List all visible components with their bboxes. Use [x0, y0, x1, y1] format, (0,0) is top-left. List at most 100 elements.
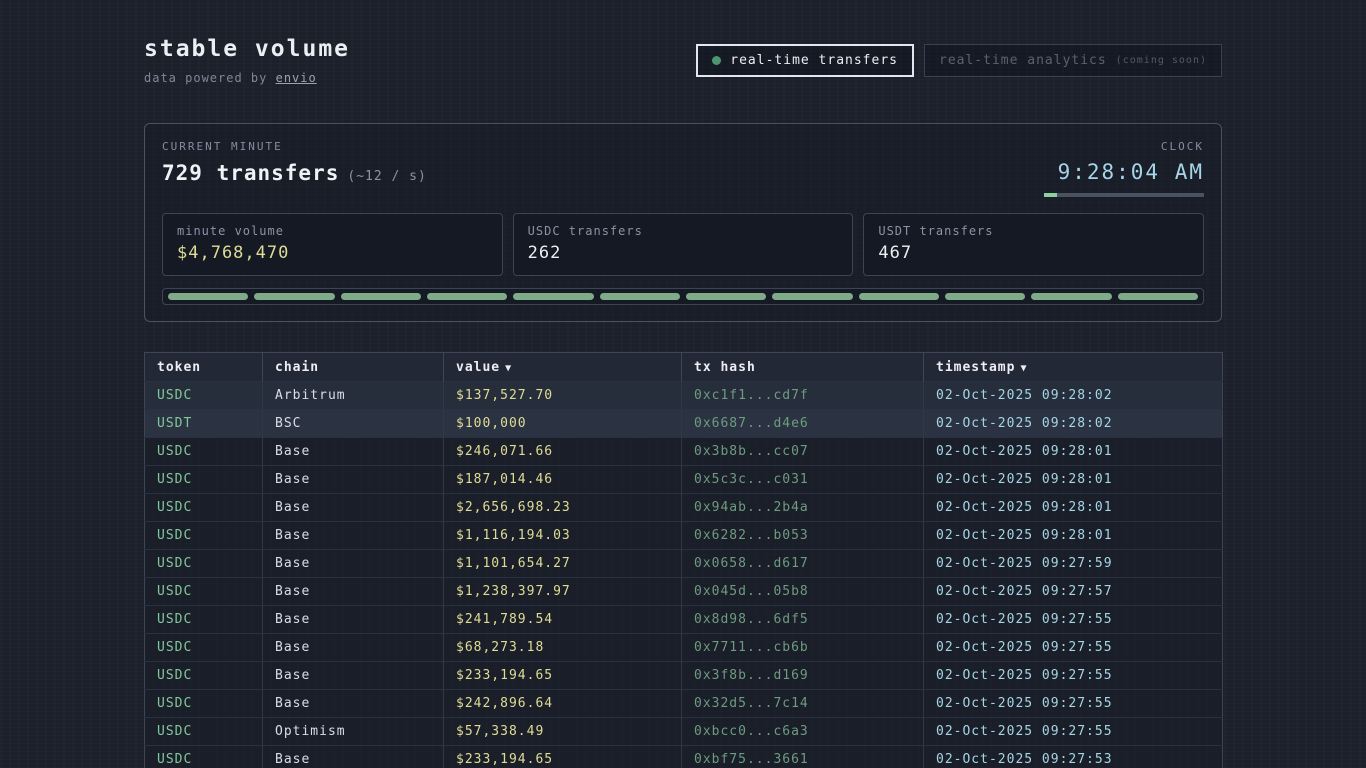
tx-hash-link[interactable]: 0x0658...d617	[682, 550, 924, 578]
transfers-table: tokenchainvalue▼tx hashtimestamp▼ USDCAr…	[144, 352, 1223, 768]
value-cell: $1,238,397.97	[444, 578, 682, 606]
value-cell: $187,014.46	[444, 466, 682, 494]
tab-real-time-transfers[interactable]: real-time transfers	[696, 44, 914, 77]
stat-value: $4,768,470	[177, 243, 488, 263]
tab-label: real-time analytics	[939, 53, 1107, 68]
table-row: USDCBase$241,789.540x8d98...6df502-Oct-2…	[145, 606, 1223, 634]
tx-hash-link[interactable]: 0xc1f1...cd7f	[682, 382, 924, 410]
chain-cell: BSC	[263, 410, 444, 438]
minute-progress-bar	[1044, 193, 1204, 197]
token-cell: USDC	[145, 578, 263, 606]
value-cell: $1,116,194.03	[444, 522, 682, 550]
chain-cell: Base	[263, 522, 444, 550]
token-cell: USDC	[145, 690, 263, 718]
column-header-timestamp[interactable]: timestamp▼	[924, 353, 1223, 382]
timestamp-cell: 02-Oct-2025 09:27:55	[924, 606, 1223, 634]
title-block: stable volume data powered by envio	[144, 36, 350, 85]
value-cell: $241,789.54	[444, 606, 682, 634]
timestamp-cell: 02-Oct-2025 09:27:55	[924, 634, 1223, 662]
current-minute-label: CURRENT MINUTE	[162, 140, 427, 153]
timestamp-cell: 02-Oct-2025 09:28:01	[924, 494, 1223, 522]
topbar: stable volume data powered by envio real…	[144, 36, 1222, 85]
chain-cell: Base	[263, 606, 444, 634]
token-cell: USDC	[145, 718, 263, 746]
tx-hash-link[interactable]: 0x3f8b...d169	[682, 662, 924, 690]
value-cell: $137,527.70	[444, 382, 682, 410]
table-row: USDCArbitrum$137,527.700xc1f1...cd7f02-O…	[145, 382, 1223, 410]
value-cell: $242,896.64	[444, 690, 682, 718]
timestamp-cell: 02-Oct-2025 09:27:55	[924, 690, 1223, 718]
tab-label: real-time transfers	[730, 53, 898, 68]
transfers-line: 729 transfers (~12 / s)	[162, 161, 427, 185]
table-row: USDCOptimism$57,338.490xbcc0...c6a302-Oc…	[145, 718, 1223, 746]
column-header-value[interactable]: value▼	[444, 353, 682, 382]
token-cell: USDC	[145, 550, 263, 578]
tx-hash-link[interactable]: 0x32d5...7c14	[682, 690, 924, 718]
tx-hash-link[interactable]: 0x3b8b...cc07	[682, 438, 924, 466]
tab-real-time-analytics[interactable]: real-time analytics (coming soon)	[924, 44, 1222, 77]
chain-cell: Base	[263, 438, 444, 466]
tx-hash-link[interactable]: 0x94ab...2b4a	[682, 494, 924, 522]
coming-soon-badge: (coming soon)	[1116, 55, 1207, 66]
chain-cell: Base	[263, 550, 444, 578]
timestamp-cell: 02-Oct-2025 09:28:01	[924, 522, 1223, 550]
token-cell: USDC	[145, 746, 263, 768]
stat-label: USDC transfers	[528, 224, 839, 238]
minute-segment	[686, 293, 766, 300]
stat-box-usdt-transfers: USDT transfers 467	[863, 213, 1204, 276]
value-cell: $68,273.18	[444, 634, 682, 662]
stat-value: 467	[878, 243, 1189, 263]
tx-hash-link[interactable]: 0xbcc0...c6a3	[682, 718, 924, 746]
table-row: USDCBase$1,101,654.270x0658...d61702-Oct…	[145, 550, 1223, 578]
value-cell: $233,194.65	[444, 746, 682, 768]
tx-hash-link[interactable]: 0x6282...b053	[682, 522, 924, 550]
token-cell: USDC	[145, 494, 263, 522]
token-cell: USDC	[145, 382, 263, 410]
value-cell: $2,656,698.23	[444, 494, 682, 522]
tx-hash-link[interactable]: 0xbf75...3661	[682, 746, 924, 768]
chain-cell: Base	[263, 494, 444, 522]
table-row: USDCBase$233,194.650xbf75...366102-Oct-2…	[145, 746, 1223, 768]
table-row: USDCBase$233,194.650x3f8b...d16902-Oct-2…	[145, 662, 1223, 690]
chain-cell: Base	[263, 662, 444, 690]
minute-segments-bar	[162, 288, 1204, 305]
value-cell: $233,194.65	[444, 662, 682, 690]
panel-top: CURRENT MINUTE 729 transfers (~12 / s) C…	[162, 140, 1204, 197]
clock-time: 9:28:04 AM	[1044, 160, 1204, 184]
tx-hash-link[interactable]: 0x8d98...6df5	[682, 606, 924, 634]
timestamp-cell: 02-Oct-2025 09:27:53	[924, 746, 1223, 768]
timestamp-cell: 02-Oct-2025 09:28:01	[924, 438, 1223, 466]
transfers-rate: (~12 / s)	[347, 169, 426, 184]
clock-label: CLOCK	[1044, 140, 1204, 153]
minute-segment	[945, 293, 1025, 300]
table-header-row: tokenchainvalue▼tx hashtimestamp▼	[145, 353, 1223, 382]
chain-cell: Base	[263, 746, 444, 768]
page-title: stable volume	[144, 36, 350, 62]
minute-segment	[1031, 293, 1111, 300]
minute-segment	[427, 293, 507, 300]
stat-label: minute volume	[177, 224, 488, 238]
subtitle-text: data powered by	[144, 71, 276, 85]
clock-block: CLOCK 9:28:04 AM	[1044, 140, 1204, 197]
table-row: USDCBase$2,656,698.230x94ab...2b4a02-Oct…	[145, 494, 1223, 522]
stat-label: USDT transfers	[878, 224, 1189, 238]
column-header-chain: chain	[263, 353, 444, 382]
tx-hash-link[interactable]: 0x6687...d4e6	[682, 410, 924, 438]
table-row: USDCBase$1,116,194.030x6282...b05302-Oct…	[145, 522, 1223, 550]
minute-segment	[513, 293, 593, 300]
stat-box-minute-volume: minute volume $4,768,470	[162, 213, 503, 276]
chain-cell: Base	[263, 634, 444, 662]
timestamp-cell: 02-Oct-2025 09:27:59	[924, 550, 1223, 578]
transfers-count: 729 transfers	[162, 161, 339, 185]
table-row: USDCBase$68,273.180x7711...cb6b02-Oct-20…	[145, 634, 1223, 662]
token-cell: USDC	[145, 634, 263, 662]
envio-link[interactable]: envio	[276, 71, 317, 85]
minute-segment	[600, 293, 680, 300]
tx-hash-link[interactable]: 0x7711...cb6b	[682, 634, 924, 662]
minute-segment	[772, 293, 852, 300]
stat-value: 262	[528, 243, 839, 263]
value-cell: $246,071.66	[444, 438, 682, 466]
tx-hash-link[interactable]: 0x5c3c...c031	[682, 466, 924, 494]
tx-hash-link[interactable]: 0x045d...05b8	[682, 578, 924, 606]
minute-segment	[168, 293, 248, 300]
